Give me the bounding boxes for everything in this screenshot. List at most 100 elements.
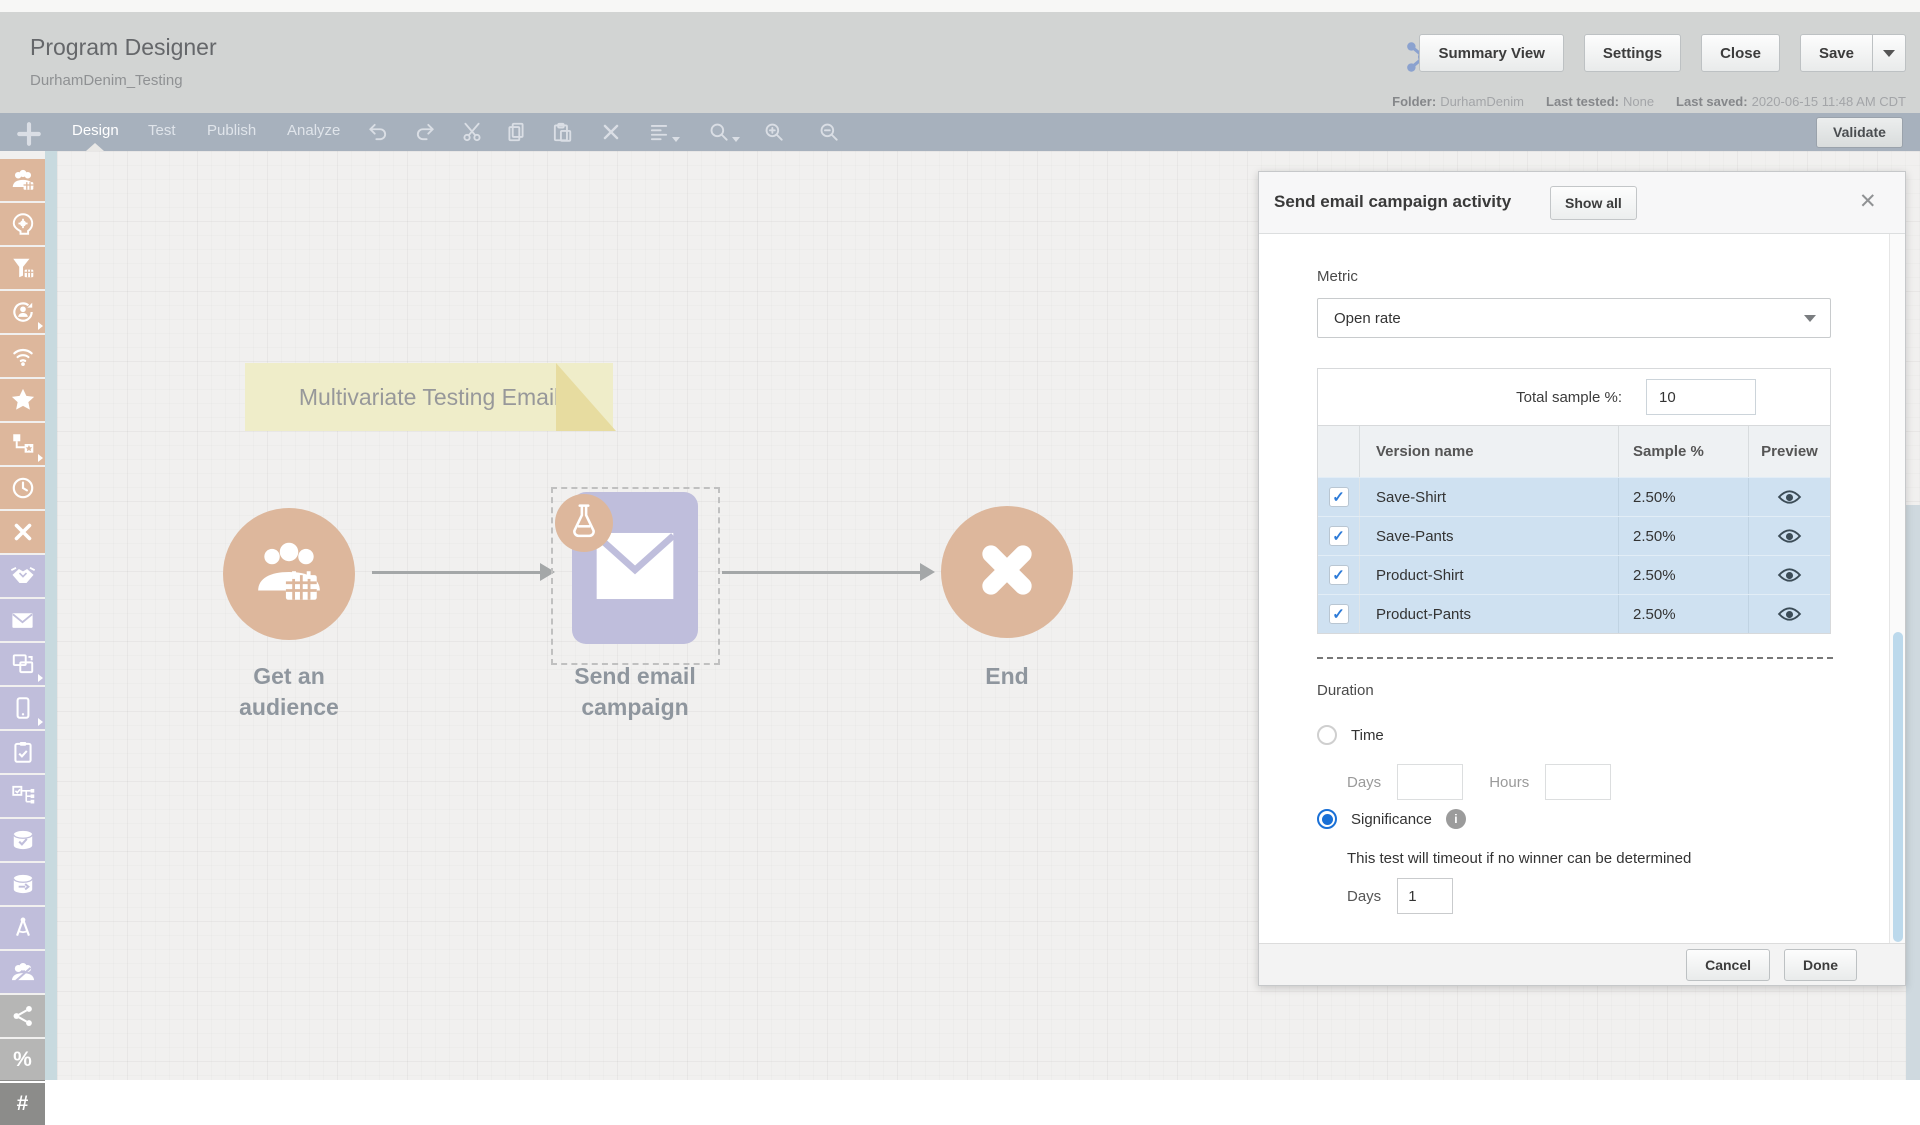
connector-arrow — [722, 571, 920, 574]
last-saved-value: 2020-06-15 11:48 AM CDT — [1752, 94, 1906, 109]
page-title: Program Designer — [30, 34, 217, 61]
cancel-button[interactable]: Cancel — [1686, 949, 1770, 981]
delete-icon[interactable] — [600, 121, 622, 143]
preview-eye-icon[interactable] — [1777, 489, 1802, 505]
palette-item-number[interactable]: # — [0, 1083, 45, 1125]
palette-item-end[interactable] — [0, 511, 45, 553]
palette-item-mobile[interactable] — [0, 687, 45, 729]
last-tested-value: None — [1623, 94, 1654, 109]
cut-icon[interactable] — [461, 121, 483, 143]
palette-item-email[interactable] — [0, 599, 45, 641]
metric-dropdown[interactable]: Open rate — [1317, 298, 1831, 338]
table-row: Product-Pants 2.50% — [1318, 594, 1830, 633]
version-name: Save-Pants — [1360, 528, 1618, 545]
palette-item-handshake[interactable] — [0, 555, 45, 597]
canvas-left-edge — [45, 151, 57, 1080]
folder-label: Folder: — [1392, 94, 1436, 109]
save-button[interactable]: Save — [1800, 34, 1873, 72]
preview-eye-icon[interactable] — [1777, 567, 1802, 583]
app-header: Program Designer DurhamDenim_Testing Sum… — [0, 12, 1920, 113]
time-hours-label: Hours — [1489, 774, 1529, 791]
palette-item-favorite[interactable] — [0, 379, 45, 421]
align-icon[interactable] — [648, 121, 680, 143]
total-sample-input[interactable] — [1646, 379, 1756, 415]
version-sample: 2.50% — [1618, 478, 1748, 516]
palette-item-landing-page[interactable] — [0, 643, 45, 685]
copy-icon[interactable] — [505, 121, 527, 143]
tab-test[interactable]: Test — [148, 122, 176, 139]
version-checkbox[interactable] — [1329, 604, 1349, 624]
significance-radio[interactable] — [1317, 809, 1337, 829]
version-name: Product-Pants — [1360, 606, 1618, 623]
time-hours-input[interactable] — [1545, 764, 1611, 800]
versions-table: Total sample %: Version name Sample % Pr… — [1317, 368, 1831, 634]
version-name: Product-Shirt — [1360, 567, 1618, 584]
palette-item-share[interactable] — [0, 995, 45, 1037]
palette-item-recycle-audience[interactable] — [0, 291, 45, 333]
metric-selected-value: Open rate — [1334, 310, 1401, 327]
panel-title: Send email campaign activity — [1274, 192, 1511, 212]
table-header-row: Version name Sample % Preview — [1318, 425, 1830, 477]
time-radio[interactable] — [1317, 725, 1337, 745]
palette-item-signal[interactable] — [0, 335, 45, 377]
connector-arrow — [372, 571, 540, 574]
close-button[interactable]: Close — [1701, 34, 1780, 72]
close-icon[interactable]: ✕ — [1859, 189, 1877, 214]
time-days-input[interactable] — [1397, 764, 1463, 800]
zoom-icon[interactable] — [708, 121, 740, 143]
percent-icon: % — [13, 1048, 32, 1072]
zoom-in-icon[interactable] — [763, 121, 785, 143]
canvas-right-scrollbar[interactable] — [1906, 505, 1920, 1080]
palette-item-data-check[interactable] — [0, 819, 45, 861]
node-get-audience[interactable] — [223, 508, 355, 640]
palette-item-audience[interactable] — [0, 159, 45, 201]
version-checkbox[interactable] — [1329, 526, 1349, 546]
tab-publish[interactable]: Publish — [207, 122, 256, 139]
validate-button[interactable]: Validate — [1816, 117, 1903, 148]
save-dropdown-button[interactable] — [1873, 34, 1906, 72]
version-checkbox[interactable] — [1329, 565, 1349, 585]
palette-item-percentage[interactable]: % — [0, 1039, 45, 1081]
chevron-down-icon — [1804, 315, 1816, 322]
palette-item-filter-feeder[interactable] — [0, 247, 45, 289]
palette-item-action-flow[interactable] — [0, 423, 45, 465]
palette-item-wait[interactable] — [0, 467, 45, 509]
palette-item-data-export[interactable] — [0, 863, 45, 905]
scrollbar-thumb[interactable] — [1893, 632, 1903, 942]
undo-icon[interactable] — [367, 121, 389, 143]
settings-button[interactable]: Settings — [1584, 34, 1681, 72]
zoom-out-icon[interactable] — [818, 121, 840, 143]
tab-design[interactable]: Design — [72, 122, 119, 139]
version-sample: 2.50% — [1618, 556, 1748, 594]
redo-icon[interactable] — [414, 121, 436, 143]
palette-item-form[interactable] — [0, 731, 45, 773]
time-option-label: Time — [1351, 727, 1384, 744]
program-meta: Folder:DurhamDenim Last tested:None Last… — [1392, 94, 1906, 109]
total-sample-label: Total sample %: — [1318, 389, 1622, 406]
expand-caret-icon — [38, 674, 43, 682]
done-button[interactable]: Done — [1784, 949, 1857, 981]
tab-analyze[interactable]: Analyze — [287, 122, 340, 139]
palette-item-design-tools[interactable] — [0, 907, 45, 949]
metric-label: Metric — [1317, 268, 1358, 285]
summary-view-button[interactable]: Summary View — [1419, 34, 1563, 72]
end-x-icon — [975, 538, 1039, 607]
paste-icon[interactable] — [551, 121, 573, 143]
column-version-name: Version name — [1360, 443, 1618, 460]
info-icon[interactable]: i — [1446, 809, 1466, 829]
version-checkbox[interactable] — [1329, 487, 1349, 507]
preview-eye-icon[interactable] — [1777, 528, 1802, 544]
node-end[interactable] — [941, 506, 1073, 638]
palette-item-decision[interactable] — [0, 203, 45, 245]
preview-eye-icon[interactable] — [1777, 606, 1802, 622]
show-all-button[interactable]: Show all — [1550, 186, 1637, 220]
column-preview: Preview — [1748, 426, 1830, 477]
palette-item-decision-tree[interactable] — [0, 775, 45, 817]
significance-option-label: Significance — [1351, 811, 1432, 828]
significance-days-input[interactable] — [1397, 878, 1453, 914]
add-step-icon[interactable] — [16, 121, 42, 147]
panel-scrollbar[interactable] — [1889, 234, 1905, 945]
palette-item-contacts[interactable] — [0, 951, 45, 993]
panel-footer: Cancel Done — [1259, 943, 1905, 985]
last-saved-label: Last saved: — [1676, 94, 1748, 109]
